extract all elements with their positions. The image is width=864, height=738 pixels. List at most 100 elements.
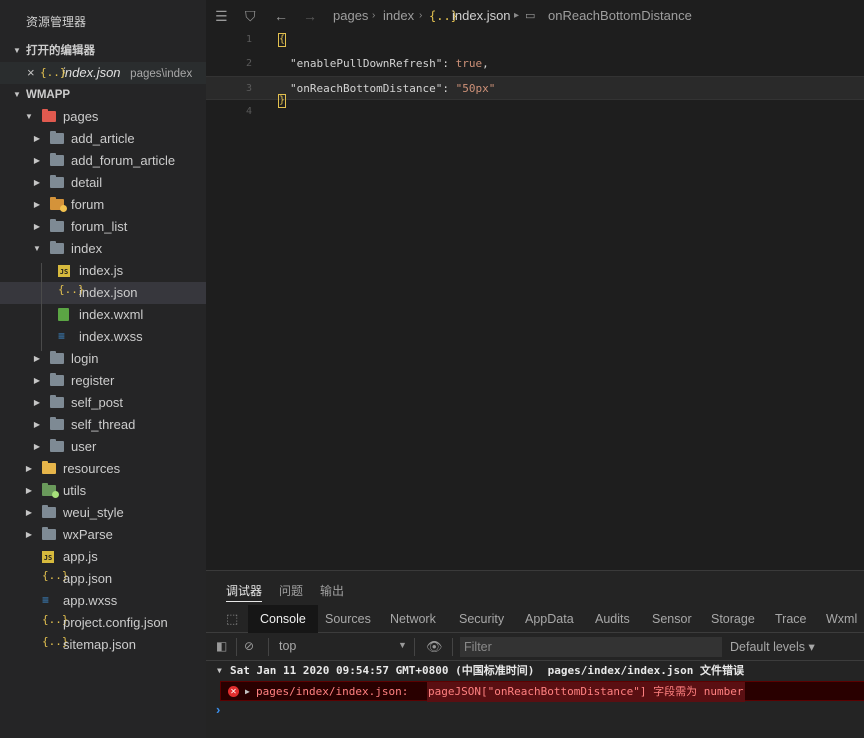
tree-folder[interactable]: ▶ weui_style [0, 502, 206, 524]
tree-file[interactable]: {..} project.config.json [0, 612, 206, 634]
tree-item-label: detail [71, 175, 103, 190]
tree-folder[interactable]: ▶ detail [0, 172, 206, 194]
tree-folder[interactable]: ▼ pages [0, 106, 206, 128]
chevron-right-icon[interactable]: ▶ [32, 392, 42, 414]
chevron-right-icon[interactable]: ▶ [32, 436, 42, 458]
debug-panel: 调试器 问题 输出 ⬚ Console Sources Network Secu… [206, 570, 864, 738]
chevron-right-icon[interactable]: ▶ [24, 480, 34, 502]
code-line: 1 { [206, 28, 864, 52]
log-levels-select[interactable]: Default levels ▾ [730, 639, 815, 654]
tree-item-label: user [71, 439, 97, 454]
error-source-link[interactable]: pages/index/index.json: [256, 682, 408, 702]
sidebar-toggle-icon[interactable]: ◧ [216, 639, 227, 653]
open-editors-header[interactable]: ▼ 打开的编辑器 [0, 40, 206, 62]
tree-folder[interactable]: ▼ index [0, 238, 206, 260]
tree-item-label: project.config.json [63, 615, 168, 630]
tab-storage[interactable]: Storage [711, 605, 755, 633]
tree-file[interactable]: ≡ index.wxss [0, 326, 206, 348]
tab-sources[interactable]: Sources [325, 605, 371, 633]
expand-triangle-icon[interactable]: ▼ [217, 661, 222, 681]
console-error-row[interactable]: ✕ ▶ pages/index/index.json: pageJSON["on… [220, 681, 864, 702]
chevron-down-icon[interactable]: ▼ [32, 238, 42, 260]
chevron-right-icon[interactable]: ▶ [32, 348, 42, 370]
code-line-active: 3 "onReachBottomDistance": "50px" [206, 76, 864, 100]
tree-folder[interactable]: ▶ add_article [0, 128, 206, 150]
chevron-right-icon[interactable]: ▶ [32, 414, 42, 436]
tab-console[interactable]: Console [248, 605, 318, 633]
file-tree: ▼ pages ▶ add_article ▶ add_forum_article ▶ det… [0, 106, 206, 656]
wxss-file-icon: ≡ [42, 593, 50, 607]
folder-icon [42, 483, 59, 498]
expand-triangle-icon[interactable]: ▶ [245, 682, 250, 702]
tree-file[interactable]: {..} app.json [0, 568, 206, 590]
tree-folder[interactable]: ▶ user [0, 436, 206, 458]
tab-wxml[interactable]: Wxml [826, 605, 857, 633]
chevron-right-icon[interactable]: ▶ [32, 194, 42, 216]
chevron-right-icon[interactable]: ▶ [32, 216, 42, 238]
chevron-down-icon[interactable]: ▼ [24, 106, 34, 128]
line-number: 4 [245, 106, 252, 117]
tab-appdata[interactable]: AppData [525, 605, 574, 633]
open-editor-item[interactable]: × {..} index.json pages\index [0, 62, 206, 84]
code-text: "enablePullDownRefresh": true, [290, 57, 489, 70]
tree-file[interactable]: JS index.js [0, 260, 206, 282]
folder-icon [50, 197, 67, 212]
chevron-right-icon[interactable]: ▶ [32, 128, 42, 150]
tree-folder[interactable]: ▶ login [0, 348, 206, 370]
tab-debugger[interactable]: 调试器 [226, 582, 263, 602]
code-text: "onReachBottomDistance": "50px" [290, 82, 496, 95]
tree-folder[interactable]: ▶ self_thread [0, 414, 206, 436]
filter-input[interactable] [460, 637, 722, 657]
bracket-match: } [278, 94, 286, 108]
console-prompt[interactable]: › [216, 702, 220, 717]
code-area[interactable]: 1 { 2 "enablePullDownRefresh": true, 3 "… [206, 28, 864, 124]
tree-file[interactable]: {..} index.json [0, 282, 206, 304]
tree-item-label: register [71, 373, 115, 388]
indent-guide [41, 263, 42, 351]
project-header[interactable]: ▼ WMAPP [0, 84, 206, 106]
tab-sensor[interactable]: Sensor [652, 605, 692, 633]
chevron-right-icon[interactable]: ▶ [24, 524, 34, 546]
chevron-right-icon[interactable]: ▶ [32, 150, 42, 172]
eye-icon[interactable]: 👁 [426, 639, 443, 655]
inspect-element-icon[interactable]: ⬚ [226, 611, 238, 627]
chevron-right-icon[interactable]: ▶ [32, 172, 42, 194]
folder-icon [42, 527, 56, 540]
tree-folder[interactable]: ▶ register [0, 370, 206, 392]
tree-item-label: weui_style [63, 505, 124, 520]
context-select[interactable]: top [279, 639, 296, 653]
wxss-file-icon: ≡ [58, 329, 66, 343]
tree-folder[interactable]: ▶ utils [0, 480, 206, 502]
tree-item-label: app.js [63, 549, 98, 564]
js-file-icon: JS [42, 551, 54, 563]
console-log-group[interactable]: ▼ Sat Jan 11 2020 09:54:57 GMT+0800 (中国标… [206, 661, 864, 681]
tree-folder[interactable]: ▶ forum_list [0, 216, 206, 238]
close-icon[interactable]: × [27, 62, 35, 84]
tab-audits[interactable]: Audits [595, 605, 630, 633]
tree-folder[interactable]: ▶ self_post [0, 392, 206, 414]
clear-console-icon[interactable]: ⊘ [244, 639, 254, 653]
log-group-text: Sat Jan 11 2020 09:54:57 GMT+0800 (中国标准时… [230, 664, 744, 677]
folder-icon [50, 417, 64, 430]
tree-file[interactable]: ≡ app.wxss [0, 590, 206, 612]
tab-network[interactable]: Network [390, 605, 436, 633]
tree-file[interactable]: JS app.js [0, 546, 206, 568]
tab-problems[interactable]: 问题 [279, 582, 303, 599]
wxml-file-icon [58, 308, 69, 322]
tab-security[interactable]: Security [459, 605, 504, 633]
chevron-right-icon[interactable]: ▶ [24, 502, 34, 524]
tree-item-label: add_article [71, 131, 135, 146]
dropdown-arrow-icon[interactable]: ▼ [398, 640, 407, 650]
chevron-right-icon[interactable]: ▶ [32, 370, 42, 392]
tree-folder[interactable]: ▶ wxParse [0, 524, 206, 546]
tree-folder[interactable]: ▶ forum [0, 194, 206, 216]
tree-folder[interactable]: ▶ resources [0, 458, 206, 480]
tree-file[interactable]: {..} sitemap.json [0, 634, 206, 656]
tree-file[interactable]: index.wxml [0, 304, 206, 326]
tab-trace[interactable]: Trace [775, 605, 807, 633]
folder-icon [50, 175, 64, 188]
tree-folder[interactable]: ▶ add_forum_article [0, 150, 206, 172]
tab-output[interactable]: 输出 [320, 582, 344, 599]
chevron-right-icon[interactable]: ▶ [24, 458, 34, 480]
line-number: 2 [245, 58, 252, 69]
